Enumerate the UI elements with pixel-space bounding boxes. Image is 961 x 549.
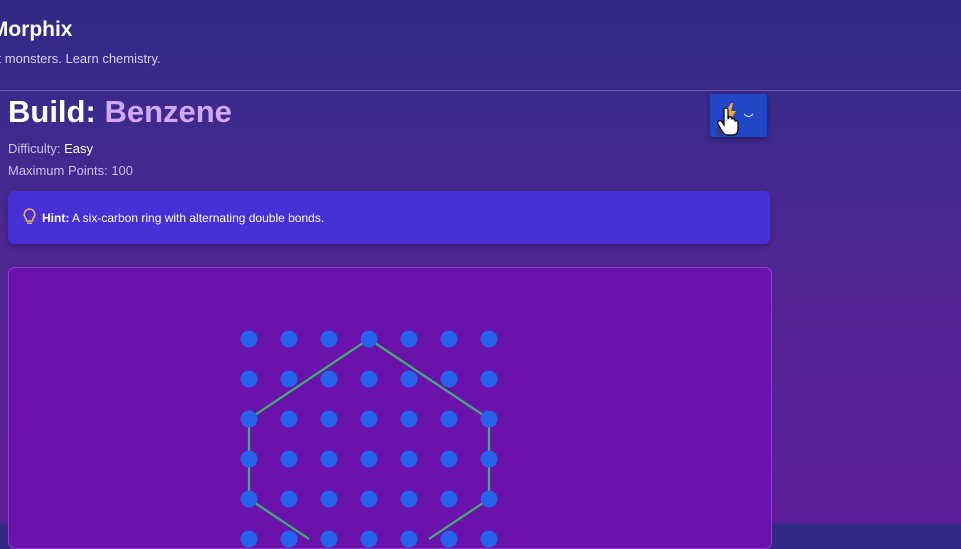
grid-node[interactable]: [360, 410, 378, 428]
grid-node[interactable]: [440, 490, 458, 508]
grid-node[interactable]: [240, 450, 258, 468]
grid-node[interactable]: [280, 370, 298, 388]
difficulty-label: Difficulty:: [8, 141, 61, 156]
grid-node[interactable]: [320, 330, 338, 348]
atom-grid[interactable]: [9, 268, 771, 548]
top-bar: oMorphix art monsters. Learn chemistry.: [0, 0, 961, 91]
grid-node[interactable]: [360, 450, 378, 468]
grid-node[interactable]: [360, 370, 378, 388]
molecule-name: Benzene: [104, 94, 232, 129]
chevron-down-icon: [743, 113, 754, 118]
grid-node[interactable]: [480, 410, 498, 428]
molecule-build-board[interactable]: [8, 267, 772, 549]
bond-line: [248, 498, 310, 540]
grid-node[interactable]: [360, 530, 378, 548]
grid-node-layer: [240, 330, 498, 548]
bond-line: [428, 498, 490, 540]
grid-node[interactable]: [360, 490, 378, 508]
grid-node[interactable]: [400, 490, 418, 508]
grid-node[interactable]: [280, 490, 298, 508]
grid-node[interactable]: [400, 370, 418, 388]
grid-node[interactable]: [240, 370, 258, 388]
grid-node[interactable]: [440, 450, 458, 468]
grid-node[interactable]: [480, 370, 498, 388]
grid-node[interactable]: [440, 410, 458, 428]
grid-node[interactable]: [240, 490, 258, 508]
grid-node[interactable]: [480, 530, 498, 548]
grid-node[interactable]: [320, 410, 338, 428]
app-logo-text[interactable]: oMorphix: [0, 18, 73, 42]
grid-node[interactable]: [400, 450, 418, 468]
hint-text-row: Hint: A six-carbon ring with alternating…: [42, 211, 324, 225]
grid-node[interactable]: [320, 370, 338, 388]
grid-node[interactable]: [440, 370, 458, 388]
difficulty-value: Easy: [64, 141, 94, 156]
hint-text: A six-carbon ring with alternating doubl…: [72, 211, 325, 225]
app-tagline: art monsters. Learn chemistry.: [0, 51, 161, 66]
grid-node[interactable]: [400, 410, 418, 428]
grid-node[interactable]: [320, 490, 338, 508]
hint-label: Hint:: [42, 211, 70, 225]
grid-node[interactable]: [400, 330, 418, 348]
grid-node[interactable]: [240, 330, 258, 348]
grid-node[interactable]: [480, 330, 498, 348]
grid-node[interactable]: [440, 330, 458, 348]
grid-node[interactable]: [280, 530, 298, 548]
max-points-value: 100: [111, 163, 134, 178]
lightbulb-icon: [23, 208, 36, 224]
bond-line: [248, 338, 370, 420]
grid-node[interactable]: [480, 450, 498, 468]
grid-node[interactable]: [320, 530, 338, 548]
grid-node[interactable]: [280, 410, 298, 428]
grid-node[interactable]: [360, 330, 378, 348]
bond-line: [368, 338, 490, 420]
title-prefix: Build:: [8, 94, 96, 129]
grid-node[interactable]: [240, 410, 258, 428]
hand-cursor-icon: [717, 108, 739, 136]
max-points-row: Maximum Points: 100: [8, 163, 133, 178]
max-points-label: Maximum Points:: [8, 163, 108, 178]
page-title: Build: Benzene: [8, 94, 232, 130]
bond-layer: [247, 338, 491, 540]
grid-node[interactable]: [320, 450, 338, 468]
grid-node[interactable]: [240, 530, 258, 548]
difficulty-row: Difficulty: Easy: [8, 141, 93, 156]
grid-node[interactable]: [400, 530, 418, 548]
grid-node[interactable]: [440, 530, 458, 548]
hint-banner: Hint: A six-carbon ring with alternating…: [8, 191, 770, 244]
grid-node[interactable]: [480, 490, 498, 508]
grid-node[interactable]: [280, 450, 298, 468]
grid-node[interactable]: [280, 330, 298, 348]
